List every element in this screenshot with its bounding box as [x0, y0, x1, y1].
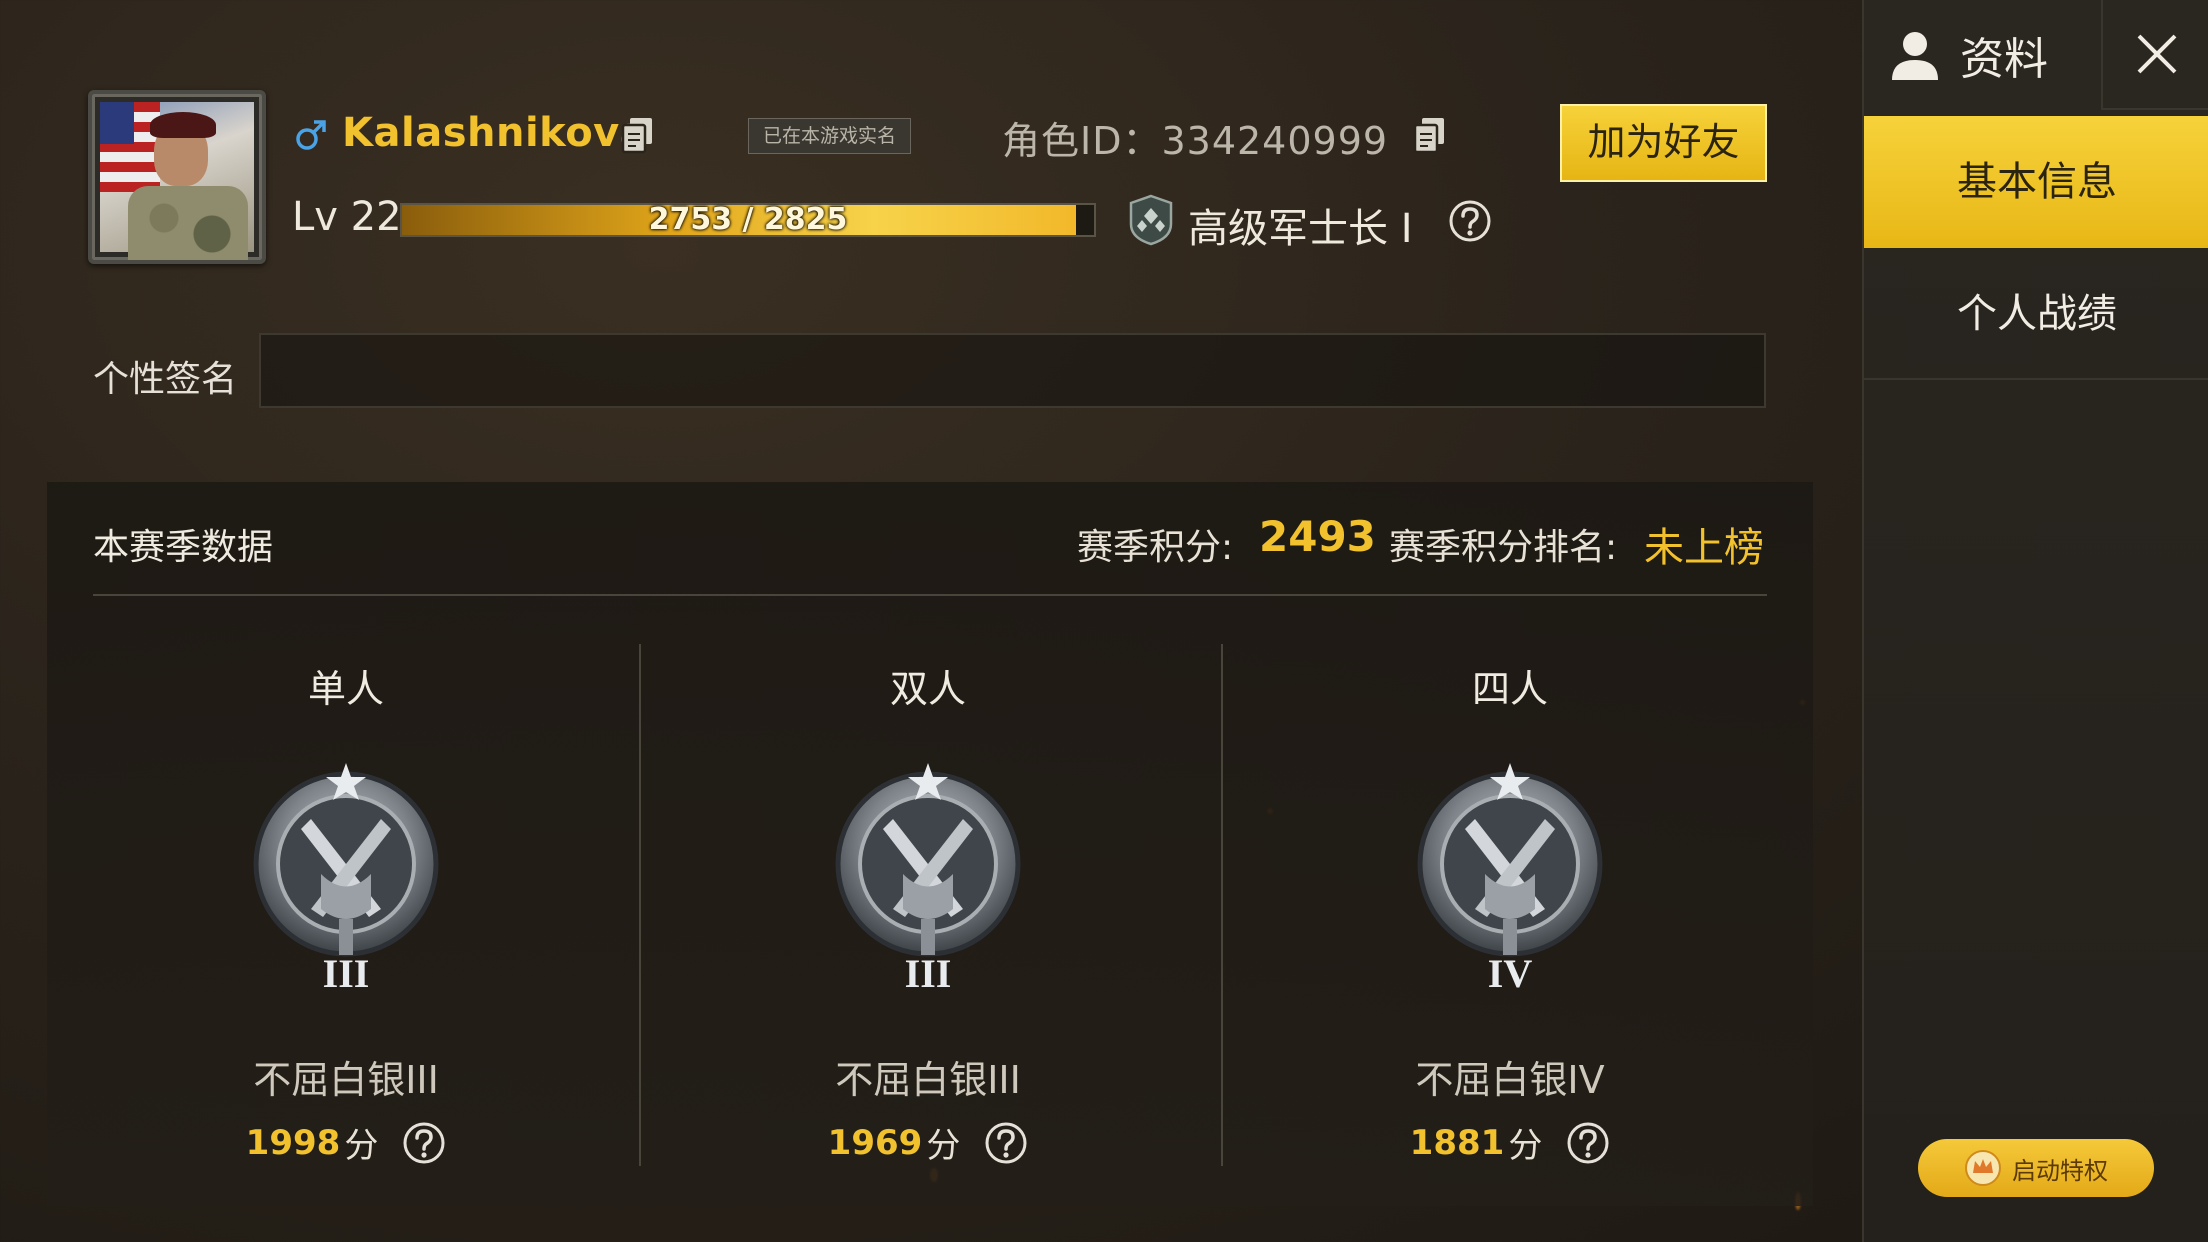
mode-column-solo[interactable]: 单人 III 不屈白银III 1998 分	[55, 658, 637, 1167]
mode-title: 四人	[1471, 667, 1548, 711]
tier-score-unit: 分	[926, 1126, 961, 1166]
close-button[interactable]	[2101, 0, 2208, 110]
tier-score-value: 1881	[1409, 1122, 1505, 1163]
season-title: 本赛季数据	[93, 527, 274, 568]
tier-score: 1881 分	[1219, 1118, 1801, 1167]
sidebar-header: 资料	[1864, 0, 2101, 110]
season-rank-value: 未上榜	[1644, 525, 1764, 571]
male-icon	[296, 120, 326, 150]
tier-numeral: III	[905, 951, 952, 995]
tier-score-unit: 分	[1508, 1126, 1543, 1166]
tier-name: 不屈白银IV	[1415, 1058, 1605, 1102]
exp-text: 2753 / 2825	[648, 202, 848, 237]
silver-tier-medal-icon: IV	[1417, 763, 1603, 996]
copy-id-icon[interactable]	[1412, 115, 1448, 155]
tier-name: 不屈白银III	[835, 1058, 1021, 1102]
signature-label: 个性签名	[93, 359, 238, 400]
avatar[interactable]	[88, 90, 266, 264]
sidebar-title: 资料	[1960, 34, 2048, 85]
score-help-icon[interactable]	[402, 1121, 446, 1165]
close-icon	[2137, 34, 2176, 74]
season-divider	[93, 594, 1767, 596]
sidebar: 资料 基本信息 个人战绩 启动特权	[1862, 0, 2208, 1242]
season-panel: 本赛季数据 赛季积分: 2493 赛季积分排名: 未上榜 单人 III 不屈白银…	[47, 482, 1813, 1206]
silver-tier-medal-icon: III	[253, 763, 439, 996]
level-label: Lv 22	[292, 194, 402, 240]
copy-name-icon[interactable]	[620, 115, 656, 155]
season-score-label: 赛季积分:	[1077, 527, 1234, 568]
mode-title: 双人	[889, 667, 966, 711]
privilege-button[interactable]: 启动特权	[1918, 1139, 2154, 1197]
season-score-value: 2493	[1259, 512, 1376, 561]
player-name: Kalashnikova	[342, 110, 648, 156]
silver-tier-medal-icon: III	[835, 763, 1021, 996]
mode-column-duo[interactable]: 双人 III 不屈白银III 1969 分	[637, 658, 1219, 1167]
military-rank: 高级军士长 I	[1188, 206, 1413, 252]
season-rank-label: 赛季积分排名:	[1389, 527, 1618, 568]
exp-progress-bar: 2753 / 2825	[400, 203, 1096, 237]
tier-numeral: IV	[1488, 951, 1533, 995]
role-id: 角色ID：334240999	[1002, 119, 1389, 163]
score-help-icon[interactable]	[1566, 1121, 1610, 1165]
mode-title: 单人	[307, 667, 384, 711]
tab-basic-info[interactable]: 基本信息	[1864, 116, 2208, 248]
rank-help-icon[interactable]	[1448, 199, 1492, 243]
tab-personal-record[interactable]: 个人战绩	[1864, 248, 2208, 380]
tier-score-value: 1998	[245, 1122, 341, 1163]
add-friend-button[interactable]: 加为好友	[1560, 104, 1767, 182]
privilege-label: 启动特权	[2012, 1156, 2108, 1185]
signature-input[interactable]	[259, 333, 1766, 408]
crown-icon	[1965, 1150, 2001, 1186]
tier-score: 1969 分	[637, 1118, 1219, 1167]
user-icon	[1892, 32, 1938, 80]
tier-score-value: 1969	[827, 1122, 923, 1163]
verified-badge: 已在本游戏实名	[748, 118, 912, 154]
tier-numeral: III	[323, 951, 370, 995]
score-help-icon[interactable]	[984, 1121, 1028, 1165]
tier-name: 不屈白银III	[253, 1058, 439, 1102]
military-rank-icon	[1129, 194, 1173, 246]
tier-score: 1998 分	[55, 1118, 637, 1167]
mode-column-squad[interactable]: 四人 IV 不屈白银IV 1881 分	[1219, 658, 1801, 1167]
tier-score-unit: 分	[344, 1126, 379, 1166]
